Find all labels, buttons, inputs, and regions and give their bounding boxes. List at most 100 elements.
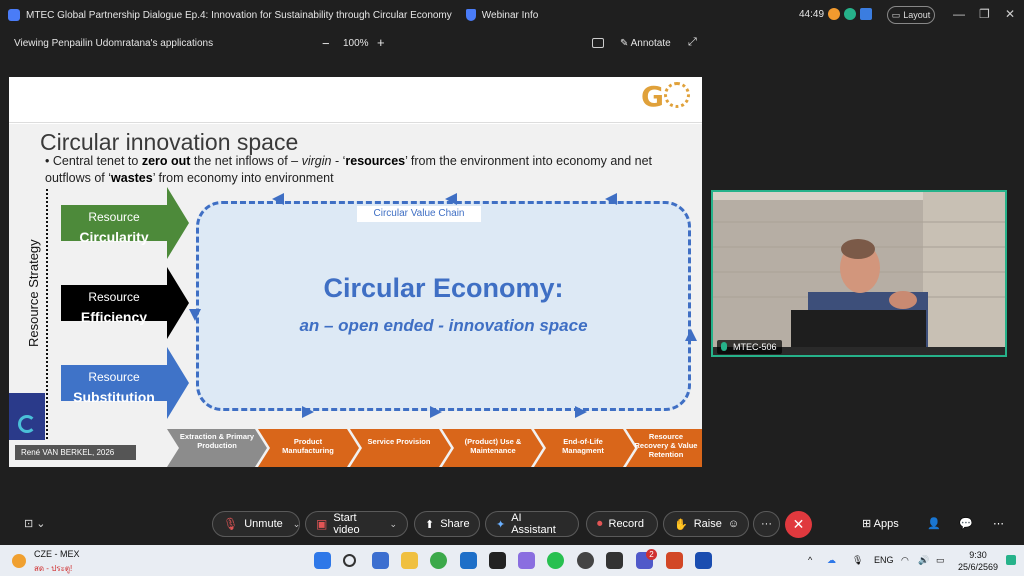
language-indicator[interactable]: ENG	[874, 555, 894, 565]
more-panels-icon[interactable]: ⋯	[993, 517, 1004, 530]
windows-taskbar: CZE - MEX สด - ประตู! 2 ^ ☁ 🎙 ENG ◠ 🔊 ▭ …	[0, 545, 1024, 576]
fullscreen-icon[interactable]: ⤢	[688, 36, 697, 49]
share-view-bar: Viewing Penpailin Udomratana's applicati…	[0, 30, 1024, 58]
zoom-out-icon[interactable]: −	[322, 36, 330, 51]
file-explorer-icon[interactable]	[401, 552, 418, 569]
captions-icon[interactable]: ⊡ ⌄	[24, 517, 46, 530]
chat-icon[interactable]: 💬	[959, 517, 973, 530]
leave-meeting-button[interactable]: ✕	[785, 511, 812, 538]
alert-icon	[828, 8, 840, 20]
stage-label: Product Manufacturing	[282, 437, 334, 455]
share-label: Share	[440, 518, 470, 530]
book-cover-thumbnail	[9, 393, 45, 440]
hand-icon: ✋	[674, 518, 688, 531]
task-view-icon[interactable]	[372, 552, 389, 569]
meeting-title: MTEC Global Partnership Dialogue Ep.4: I…	[26, 9, 452, 21]
chevron-up-icon[interactable]: ^	[808, 555, 812, 565]
mic-tray-icon[interactable]: 🎙	[852, 555, 863, 566]
system-clock[interactable]: 9:30 25/6/2569	[958, 549, 998, 573]
powerpoint-icon[interactable]	[666, 552, 683, 569]
raise-label: Raise	[693, 518, 722, 530]
record-button[interactable]: ⏺ Record	[586, 511, 658, 537]
minimize-icon[interactable]: —	[953, 7, 965, 21]
start-menu-icon[interactable]	[314, 552, 331, 569]
participants-icon[interactable]: 👤	[927, 517, 941, 530]
shield-icon	[465, 9, 476, 21]
battery-icon[interactable]: ▭	[936, 555, 945, 566]
notification-center-icon[interactable]	[1006, 555, 1016, 565]
status-icons	[828, 8, 872, 20]
flow-arrows	[189, 193, 697, 418]
volume-icon[interactable]: 🔊	[918, 555, 929, 566]
start-video-button[interactable]: ▣ Start video ⌄	[305, 511, 408, 537]
whatsapp-icon[interactable]	[547, 552, 564, 569]
weather-line1: CZE - MEX	[34, 549, 80, 559]
mic-muted-icon: 🎙	[223, 517, 239, 531]
share-icon: ⬆	[425, 518, 435, 531]
search-icon[interactable]	[343, 554, 356, 567]
layout-button[interactable]: ▭ Layout	[887, 6, 935, 24]
zoom-level: 100%	[343, 38, 369, 49]
raise-button[interactable]: ✋ Raise ☺	[663, 511, 749, 537]
webex-taskbar-icon[interactable]	[489, 552, 506, 569]
ai-assistant-button[interactable]: ✦ AI Assistant	[485, 511, 579, 537]
unmute-button[interactable]: 🎙 Unmute ⌄	[212, 511, 300, 537]
wifi-icon[interactable]: ◠	[901, 555, 909, 566]
stage-label: Extraction & Primary Production	[179, 432, 255, 450]
more-options-button[interactable]: ···	[753, 511, 780, 537]
notification-badge: 2	[646, 549, 657, 560]
share-button[interactable]: ⬆ Share	[414, 511, 480, 537]
clock-time: 9:30	[969, 550, 987, 560]
apps-button[interactable]: ⊞ Apps	[862, 517, 899, 530]
weather-line2: สด - ประตู!	[34, 564, 73, 573]
clock-date: 25/6/2569	[958, 562, 999, 572]
webex-active-icon[interactable]	[695, 552, 712, 569]
participant-video	[713, 192, 1005, 355]
pen-icon: ✎	[620, 38, 629, 49]
ai-assistant-label: AI Assistant	[511, 512, 556, 536]
webinar-info-link[interactable]: Webinar Info	[482, 10, 539, 21]
stage-label: End-of-Life Managment	[562, 437, 604, 455]
window-title-bar: MTEC Global Partnership Dialogue Ep.4: I…	[0, 0, 1024, 30]
participant-name: MTEC-506	[733, 342, 777, 352]
shared-slide: G Circular innovation space • Central te…	[9, 77, 702, 467]
onedrive-icon[interactable]: ☁	[827, 555, 836, 566]
restore-icon[interactable]: ❐	[979, 7, 990, 21]
meeting-timer: 44:49	[799, 9, 825, 20]
apps-label: Apps	[873, 518, 899, 530]
view-options-icon[interactable]	[592, 38, 604, 48]
connection-icon	[844, 8, 856, 20]
stage-service	[350, 429, 451, 467]
zoom-in-icon[interactable]: +	[377, 35, 385, 50]
notes-icon[interactable]	[860, 8, 872, 20]
chevron-down-icon[interactable]: ⌄	[293, 519, 301, 530]
apps-icon: ⊞	[862, 518, 872, 530]
close-window-icon[interactable]: ✕	[1005, 7, 1015, 21]
participant-name-label: MTEC-506	[717, 340, 782, 354]
app-icon[interactable]	[606, 552, 623, 569]
media-app-icon[interactable]	[577, 552, 594, 569]
record-label: Record	[608, 518, 644, 530]
outlook-icon[interactable]	[460, 552, 477, 569]
webex-app-icon	[8, 9, 20, 21]
record-icon: ⏺	[597, 517, 603, 530]
annotate-label: Annotate	[630, 38, 671, 49]
copilot-icon[interactable]	[518, 552, 535, 569]
layout-icon: ▭	[891, 9, 901, 20]
stage-label: (Product) Use & Maintenance	[464, 437, 522, 455]
chrome-icon[interactable]	[430, 552, 447, 569]
circular-economy-subtitle: an – open ended - innovation space	[299, 316, 588, 335]
circular-logo	[18, 415, 36, 433]
chevron-down-icon[interactable]: ⌄	[389, 519, 397, 530]
mic-icon	[721, 342, 727, 351]
viewing-label: Viewing Penpailin Udomratana's applicati…	[14, 38, 214, 49]
annotate-button[interactable]: ✎ Annotate	[620, 38, 671, 49]
unmute-label: Unmute	[244, 518, 283, 530]
meeting-toolbar: ⊡ ⌄ 🎙 Unmute ⌄ ▣ Start video ⌄ ⬆ Share ✦…	[0, 505, 1024, 543]
ai-assistant-icon: ✦	[496, 518, 506, 531]
weather-icon[interactable]	[12, 554, 26, 568]
reactions-icon[interactable]: ☺	[728, 518, 739, 530]
camera-off-icon: ▣	[316, 517, 328, 531]
circular-value-chain-label: Circular Value Chain	[357, 206, 481, 222]
participant-video-tile[interactable]	[711, 190, 1007, 357]
